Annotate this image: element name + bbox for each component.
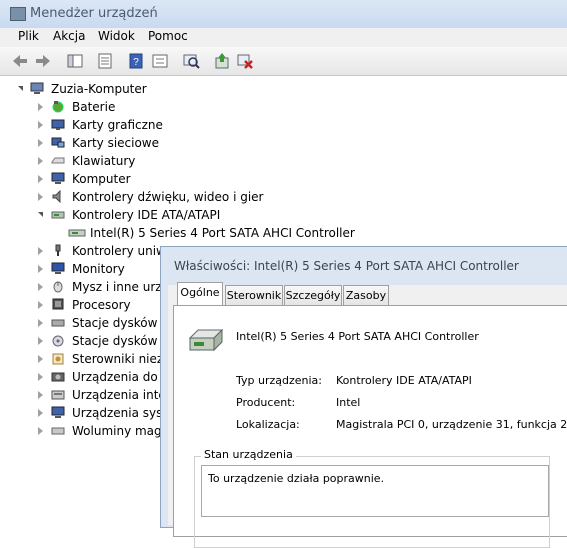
svg-text:?: ? bbox=[133, 57, 139, 68]
usb-icon bbox=[55, 244, 61, 256]
manufacturer-value: Intel bbox=[336, 396, 361, 409]
help-icon[interactable]: ? bbox=[127, 52, 145, 70]
expand-arrow-icon[interactable] bbox=[38, 121, 43, 129]
back-icon[interactable] bbox=[11, 52, 29, 70]
location-value: Magistrala PCI 0, urządzenie 31, funkcja… bbox=[336, 418, 567, 431]
hid-icon bbox=[51, 390, 65, 400]
computer-icon bbox=[51, 172, 65, 184]
display-adapter-icon bbox=[51, 119, 65, 130]
collapse-arrow-icon[interactable] bbox=[38, 212, 43, 217]
device-type-value: Kontrolery IDE ATA/ATAPI bbox=[336, 374, 472, 387]
dialog-title: Właściwości: Intel(R) 5 Series 4 Port SA… bbox=[174, 259, 519, 273]
expand-arrow-icon[interactable] bbox=[38, 247, 43, 255]
menu-plik[interactable]: Plik bbox=[18, 29, 39, 43]
view-icon[interactable] bbox=[151, 52, 169, 70]
update-driver-icon[interactable] bbox=[213, 52, 231, 70]
expand-arrow-icon[interactable] bbox=[38, 355, 43, 363]
tree-root-label: Zuzia-Komputer bbox=[51, 82, 147, 96]
scan-hardware-icon[interactable] bbox=[182, 52, 200, 70]
disk-drive-icon bbox=[51, 319, 65, 327]
device-name: Intel(R) 5 Series 4 Port SATA AHCI Contr… bbox=[236, 330, 479, 343]
expand-arrow-icon[interactable] bbox=[38, 283, 43, 291]
mouse-icon bbox=[53, 281, 63, 293]
menu-pomoc[interactable]: Pomoc bbox=[148, 29, 188, 43]
driver-icon bbox=[52, 353, 64, 365]
uninstall-icon[interactable] bbox=[236, 52, 254, 70]
expand-arrow-icon[interactable] bbox=[38, 175, 43, 183]
volume-icon bbox=[51, 427, 65, 435]
device-status-group: Stan urządzenia To urządzenie działa pop… bbox=[194, 448, 550, 548]
expand-arrow-icon[interactable] bbox=[38, 427, 43, 435]
location-label: Lokalizacja: bbox=[236, 418, 300, 431]
device-status-title: Stan urządzenia bbox=[201, 448, 296, 461]
toolbar: ? bbox=[0, 47, 567, 76]
expand-arrow-icon[interactable] bbox=[38, 139, 43, 147]
ide-controller-icon bbox=[51, 211, 65, 219]
expand-arrow-icon[interactable] bbox=[38, 337, 43, 345]
menu-akcja[interactable]: Akcja bbox=[53, 29, 85, 43]
system-device-icon bbox=[51, 406, 65, 418]
processor-icon bbox=[52, 298, 64, 310]
tab-sterownik[interactable]: Sterownik bbox=[225, 285, 283, 306]
cd-drive-icon bbox=[52, 335, 64, 347]
keyboard-icon bbox=[51, 157, 65, 164]
device-manager-icon bbox=[10, 7, 26, 21]
sound-icon bbox=[52, 190, 61, 203]
monitor-icon bbox=[51, 262, 65, 274]
tab-szczegoly[interactable]: Szczegóły bbox=[284, 285, 342, 306]
expand-arrow-icon[interactable] bbox=[38, 391, 43, 399]
battery-icon bbox=[52, 101, 64, 113]
imaging-icon bbox=[51, 372, 65, 382]
expand-arrow-icon[interactable] bbox=[38, 319, 43, 327]
window-title: Menedżer urządzeń bbox=[30, 6, 158, 21]
dialog-body: Ogólne Sterownik Szczegóły Zasoby Intel(… bbox=[168, 282, 567, 548]
ide-device-large-icon bbox=[188, 328, 224, 352]
expand-arrow-icon[interactable] bbox=[38, 301, 43, 309]
show-hide-tree-icon[interactable] bbox=[66, 52, 84, 70]
computer-root-icon bbox=[30, 82, 44, 94]
expand-arrow-icon[interactable] bbox=[38, 193, 43, 201]
menu-bar: Plik Akcja Widok Pomoc bbox=[0, 28, 567, 48]
manufacturer-label: Producent: bbox=[236, 396, 296, 409]
title-bar: Menedżer urządzeń bbox=[0, 0, 567, 28]
tab-zasoby[interactable]: Zasoby bbox=[343, 285, 389, 306]
network-adapter-icon bbox=[51, 137, 65, 148]
ide-device-icon bbox=[68, 229, 86, 237]
expand-arrow-icon[interactable] bbox=[38, 157, 43, 165]
properties-icon[interactable] bbox=[96, 52, 114, 70]
menu-widok[interactable]: Widok bbox=[98, 29, 135, 43]
device-status-text: To urządzenie działa poprawnie. bbox=[201, 465, 549, 517]
expand-arrow-icon[interactable] bbox=[38, 373, 43, 381]
forward-icon[interactable] bbox=[34, 52, 52, 70]
expand-arrow-icon[interactable] bbox=[38, 409, 43, 417]
expand-arrow-icon[interactable] bbox=[38, 265, 43, 273]
tab-ogolne[interactable]: Ogólne bbox=[177, 282, 223, 307]
expand-arrow-icon[interactable] bbox=[38, 103, 43, 111]
collapse-arrow-icon[interactable] bbox=[18, 86, 23, 91]
device-type-label: Typ urządzenia: bbox=[236, 374, 323, 387]
general-tab-panel: Intel(R) 5 Series 4 Port SATA AHCI Contr… bbox=[173, 305, 567, 548]
properties-dialog: Właściwości: Intel(R) 5 Series 4 Port SA… bbox=[160, 246, 567, 548]
